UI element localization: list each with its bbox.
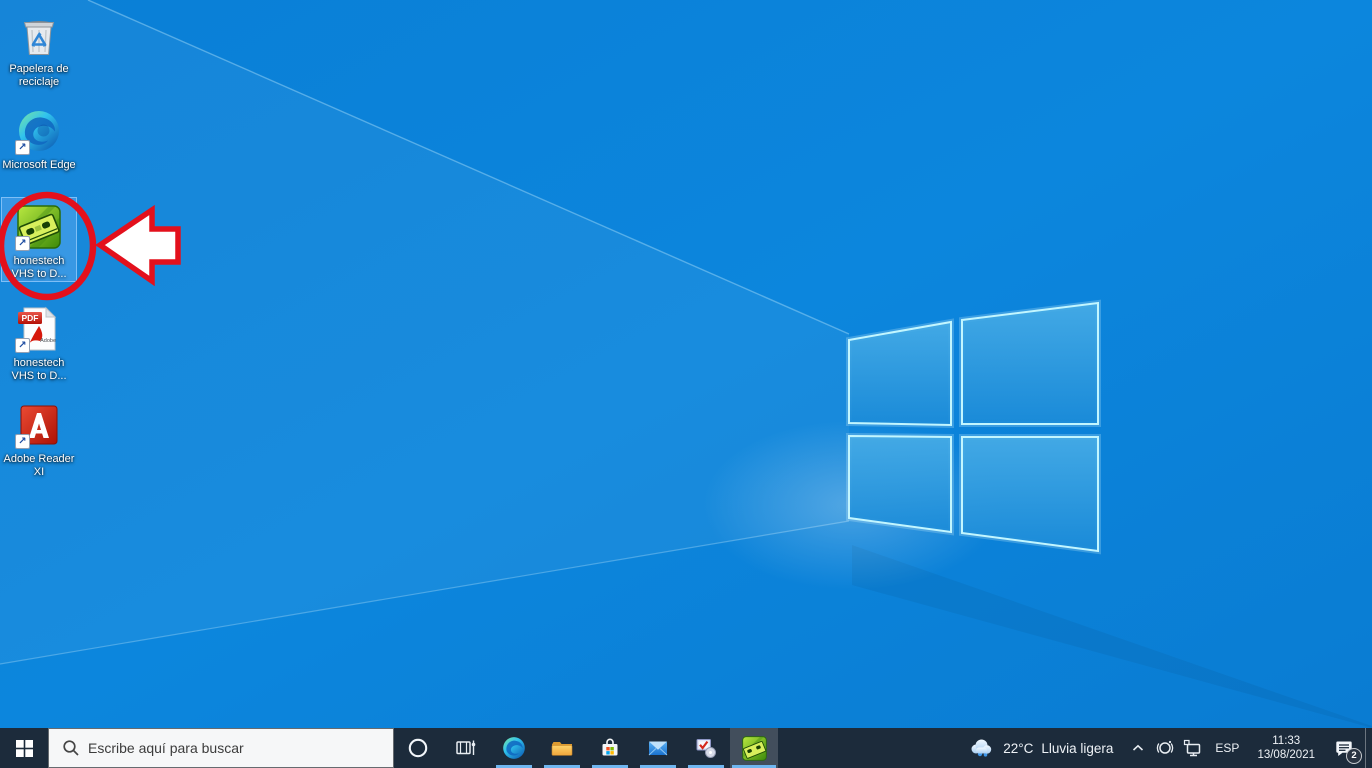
- shortcut-arrow-icon: ↗: [15, 236, 30, 251]
- show-desktop-button[interactable]: [1365, 728, 1372, 768]
- desktop-icon-label: honestech VHS to D...: [11, 255, 67, 280]
- cortana-button[interactable]: [394, 728, 442, 768]
- desktop-icon-label: honestech VHS to D...: [11, 357, 67, 382]
- action-center-button[interactable]: 2: [1323, 728, 1365, 768]
- chevron-up-icon: [1133, 744, 1144, 751]
- honestech-vhs-icon: ↗: [15, 203, 63, 251]
- installer-icon: [696, 739, 716, 758]
- language-indicator[interactable]: ESP: [1205, 728, 1249, 768]
- start-button[interactable]: [0, 728, 48, 768]
- shortcut-arrow-icon: ↗: [15, 140, 30, 155]
- desktop-icon-label: Adobe Reader XI: [3, 453, 75, 478]
- svg-text:PDF: PDF: [22, 313, 39, 323]
- language-code: ESP: [1215, 741, 1240, 755]
- search-input[interactable]: [80, 740, 393, 756]
- notification-badge: 2: [1346, 748, 1362, 764]
- file-explorer-icon: [551, 742, 573, 756]
- meet-now-icon: [1156, 740, 1174, 754]
- ethernet-network-icon: [1183, 739, 1201, 757]
- weather-rain-icon: [971, 739, 992, 757]
- weather-widget[interactable]: 22°C Lluvia ligera: [956, 728, 1125, 768]
- microsoft-store-icon: [602, 738, 618, 756]
- search-icon: [63, 740, 79, 756]
- desktop-icon-adobe-reader-xi[interactable]: ↗ Adobe Reader XI: [1, 395, 77, 480]
- desktop-icon-microsoft-edge[interactable]: ↗ Microsoft Edge: [1, 101, 77, 173]
- weather-condition: Lluvia ligera: [1041, 740, 1114, 756]
- desktop-icon-label: Microsoft Edge: [2, 159, 76, 171]
- desktop-surface: Papelera de reciclaje ↗ Microsoft Edge ↗…: [0, 0, 1372, 728]
- svg-text:Adobe: Adobe: [40, 338, 56, 344]
- desktop-icon-honestech-vhs-app[interactable]: ↗ honestech VHS to D...: [1, 197, 77, 282]
- mail-icon: [648, 741, 668, 756]
- taskbar-app-software-installer[interactable]: [682, 728, 730, 768]
- cortana-icon: [408, 738, 428, 758]
- clock[interactable]: 11:33 13/08/2021: [1249, 728, 1323, 768]
- show-hidden-icons-button[interactable]: [1125, 728, 1151, 768]
- desktop-icon-recycle-bin[interactable]: Papelera de reciclaje: [1, 5, 77, 90]
- windows-start-icon: [15, 739, 33, 757]
- weather-temperature: 22°C: [1003, 740, 1034, 756]
- taskbar: 22°C Lluvia ligera ES: [0, 728, 1372, 768]
- clock-date: 13/08/2021: [1257, 749, 1315, 761]
- desktop-icon-honestech-vhs-pdf[interactable]: PDF Adobe ↗ honestech VHS to D...: [1, 299, 77, 384]
- task-view-icon: [456, 740, 476, 755]
- taskbar-app-mail[interactable]: [634, 728, 682, 768]
- taskbar-app-honestech-vhs[interactable]: [730, 728, 778, 768]
- taskbar-app-file-explorer[interactable]: [538, 728, 586, 768]
- pdf-document-icon: PDF Adobe ↗: [15, 305, 63, 353]
- honestech-vhs-icon: [741, 735, 767, 761]
- shortcut-arrow-icon: ↗: [15, 338, 30, 353]
- system-tray: 22°C Lluvia ligera ESP 11:33 13/08/2021 …: [956, 728, 1372, 768]
- taskbar-app-microsoft-edge[interactable]: [490, 728, 538, 768]
- desktop-icon-label: Papelera de reciclaje: [9, 63, 69, 88]
- edge-icon: ↗: [15, 107, 63, 155]
- task-view-button[interactable]: [442, 728, 490, 768]
- edge-icon: [503, 737, 525, 759]
- shortcut-arrow-icon: ↗: [15, 434, 30, 449]
- wallpaper: [0, 0, 1372, 728]
- clock-time: 11:33: [1272, 735, 1301, 747]
- meet-now-button[interactable]: [1151, 728, 1178, 768]
- taskbar-search: [48, 728, 394, 768]
- recycle-bin-icon: [15, 11, 63, 59]
- taskbar-app-microsoft-store[interactable]: [586, 728, 634, 768]
- adobe-reader-icon: ↗: [15, 401, 63, 449]
- network-button[interactable]: [1178, 728, 1205, 768]
